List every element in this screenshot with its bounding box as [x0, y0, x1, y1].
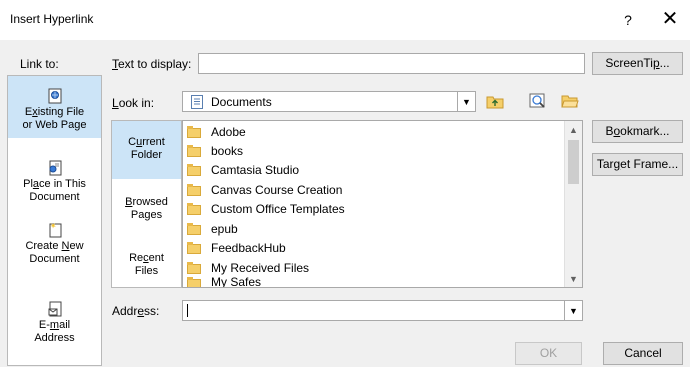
new-document-icon — [49, 223, 61, 238]
file-list-scrollbar[interactable]: ▲ ▼ — [564, 121, 582, 287]
open-folder-icon — [561, 95, 579, 108]
recent-files-tab[interactable]: Recent Files — [112, 252, 181, 278]
current-folder-tab[interactable]: Current Folder — [112, 121, 181, 179]
cancel-button[interactable]: Cancel — [603, 342, 683, 365]
folder-icon — [187, 202, 201, 215]
list-item[interactable]: My Safes — [187, 277, 261, 287]
dialog-title: Insert Hyperlink — [10, 12, 94, 26]
screentip-button[interactable]: ScreenTip... — [592, 52, 683, 75]
ok-button[interactable]: OK — [515, 342, 582, 365]
scroll-down-icon[interactable]: ▼ — [565, 270, 582, 287]
list-item[interactable]: Camtasia Studio — [187, 160, 299, 179]
folder-icon — [187, 261, 201, 274]
email-icon — [48, 301, 61, 317]
text-cursor — [187, 304, 188, 317]
list-item[interactable]: FeedbackHub — [187, 238, 286, 257]
link-to-sidebar: Existing File or Web Page Place in This … — [7, 75, 102, 366]
look-in-label: Look in: — [112, 96, 155, 110]
folder-icon — [187, 183, 201, 196]
scroll-thumb[interactable] — [568, 140, 579, 184]
address-label: Address: — [112, 304, 160, 318]
chevron-down-icon[interactable]: ▼ — [457, 92, 475, 111]
link-to-label: Link to: — [20, 57, 59, 71]
help-button[interactable]: ? — [618, 10, 638, 30]
list-item[interactable]: books — [187, 141, 243, 160]
look-in-select[interactable]: Documents ▼ — [182, 91, 476, 112]
address-input[interactable]: ▼ — [182, 300, 583, 321]
list-item[interactable]: Custom Office Templates — [187, 199, 345, 218]
chevron-down-icon[interactable]: ▼ — [564, 301, 582, 320]
folder-icon — [187, 222, 201, 235]
document-link-icon — [49, 160, 61, 176]
list-item[interactable]: epub — [187, 219, 238, 238]
folder-icon — [187, 125, 201, 138]
folder-bar: Current Folder Browsed Pages Recent File… — [111, 120, 182, 288]
sidebar-item-place-in-document[interactable]: Place in This Document — [8, 160, 101, 204]
folder-icon — [187, 144, 201, 157]
folder-icon — [187, 163, 201, 176]
list-item[interactable]: Canvas Course Creation — [187, 180, 342, 199]
browse-web-icon — [529, 93, 545, 108]
bookmark-button[interactable]: Bookmark... — [592, 120, 683, 143]
title-bar — [0, 0, 690, 40]
folder-icon — [187, 241, 201, 254]
look-in-value: Documents — [211, 95, 272, 109]
up-one-folder-button[interactable] — [484, 91, 506, 111]
text-to-display-label: Text to display: — [112, 57, 192, 71]
browse-web-button[interactable] — [527, 91, 549, 111]
sidebar-item-create-new-document[interactable]: Create New Document — [8, 222, 101, 266]
file-list[interactable]: Adobe books Camtasia Studio Canvas Cours… — [182, 120, 583, 288]
folder-icon — [187, 277, 201, 287]
web-page-icon — [48, 88, 61, 104]
browsed-pages-tab[interactable]: Browsed Pages — [112, 196, 181, 222]
documents-folder-icon — [191, 95, 203, 109]
scroll-up-icon[interactable]: ▲ — [565, 121, 582, 138]
text-to-display-input[interactable] — [198, 53, 585, 74]
list-item[interactable]: My Received Files — [187, 258, 309, 277]
sidebar-item-email-address[interactable]: E-mail Address — [8, 301, 101, 345]
sidebar-item-existing-file[interactable]: Existing File or Web Page — [8, 76, 101, 138]
target-frame-button[interactable]: Target Frame... — [592, 153, 683, 176]
list-item[interactable]: Adobe — [187, 122, 246, 141]
close-button[interactable]: ✕ — [658, 8, 682, 32]
folder-up-icon — [486, 96, 504, 109]
browse-file-button[interactable] — [559, 91, 581, 111]
